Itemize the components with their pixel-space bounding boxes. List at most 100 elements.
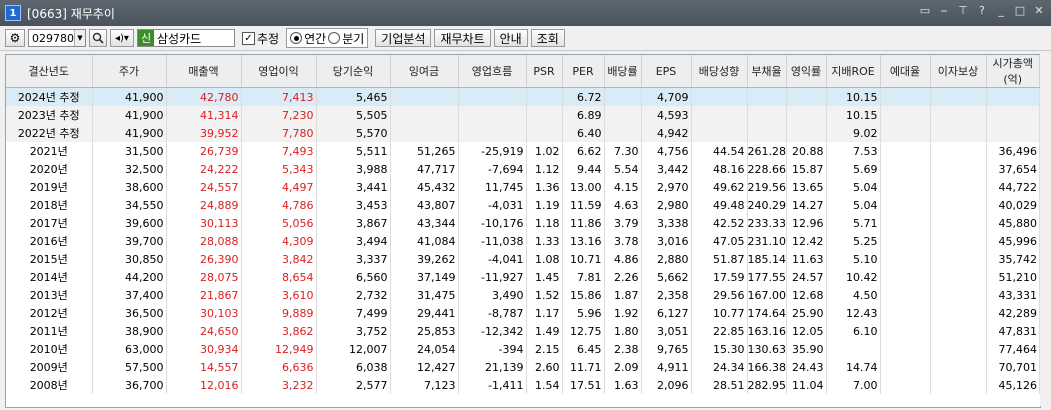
column-header[interactable]: 영익률 (786, 55, 827, 88)
year-cell: 2024년 추정 (6, 87, 93, 106)
table-cell: 44.54 (691, 142, 748, 160)
annual-radio[interactable] (290, 32, 303, 44)
table-row[interactable]: 2009년 57,500 14,557 6,636 6,038 12,427 21,139 2… (6, 358, 1040, 376)
table-cell: 51,210 (986, 268, 1040, 286)
query-button[interactable]: 조회 (530, 29, 565, 47)
column-header[interactable]: 결산년도 (6, 55, 93, 88)
table-cell: 3,441 (316, 178, 391, 196)
table-cell (986, 106, 1040, 124)
maximize-icon[interactable]: □ (1014, 5, 1026, 17)
table-row[interactable]: 2021년 31,500 26,739 7,493 5,511 51,265 -25,919… (6, 142, 1040, 160)
table-cell: 41,314 (166, 106, 242, 124)
close-icon[interactable]: ✕ (1033, 5, 1045, 17)
column-header[interactable]: 지배ROE (826, 55, 881, 88)
table-row[interactable]: 2013년 37,400 21,867 3,610 2,732 31,475 3,490 1.… (6, 286, 1040, 304)
column-header[interactable]: EPS (641, 55, 692, 88)
search-button[interactable] (89, 29, 107, 47)
table-cell (930, 358, 987, 376)
stock-name-field[interactable]: 신 삼성카드 (137, 29, 235, 47)
table-cell: 7,499 (316, 304, 391, 322)
settings-button[interactable]: ⚙ (5, 29, 25, 47)
financial-chart-button[interactable]: 재무차트 (434, 29, 491, 47)
year-cell: 2020년 (6, 160, 93, 178)
table-cell: 13.16 (562, 232, 605, 250)
table-row[interactable]: 2023년 추정 41,900 41,314 7,230 5,505 6.89 4,593 1… (6, 106, 1040, 124)
table-row[interactable]: 2012년 36,500 30,103 9,889 7,499 29,441 -8,787 1… (6, 304, 1040, 322)
financial-table: 결산년도 주가 매출액 영업이익 당기순익 잉여금 영업흐름 PSR PER 배당률 EPS 배당성향… (5, 54, 1041, 408)
table-row[interactable]: 2014년 44,200 28,075 8,654 6,560 37,149 -11,927… (6, 268, 1040, 286)
table-row[interactable]: 2008년 36,700 12,016 3,232 2,577 7,123 -1,411 1.… (6, 376, 1040, 394)
table-row[interactable]: 2011년 38,900 24,650 3,862 3,752 25,853 -12,342… (6, 322, 1040, 340)
column-header[interactable]: 잉여금 (390, 55, 459, 88)
company-analysis-button[interactable]: 기업분석 (375, 29, 432, 47)
table-cell: 5.69 (826, 160, 881, 178)
column-header[interactable]: 매출액 (166, 55, 242, 88)
column-header[interactable]: 당기순익 (316, 55, 391, 88)
table-row[interactable]: 2010년 63,000 30,934 12,949 12,007 24,054 -394 2… (6, 340, 1040, 358)
table-cell: 3,610 (241, 286, 317, 304)
table-cell: 28,088 (166, 232, 242, 250)
table-cell: 3,232 (241, 376, 317, 394)
column-header[interactable]: PSR (526, 55, 563, 88)
stock-code-input[interactable]: 029780 ▼ (28, 29, 86, 47)
help-icon[interactable]: ? (976, 5, 988, 17)
layout-icon[interactable]: ▭ (919, 5, 931, 17)
table-cell: 3,442 (641, 160, 692, 178)
table-row[interactable]: 2016년 39,700 28,088 4,309 3,494 41,084 -11,038… (6, 232, 1040, 250)
pin-icon[interactable]: ⊤ (957, 5, 969, 17)
column-header[interactable]: 이자보상 (930, 55, 987, 88)
column-header[interactable]: 배당률 (604, 55, 642, 88)
table-cell: 3,867 (316, 214, 391, 232)
table-cell: 174.64 (747, 304, 787, 322)
table-cell: 14.27 (786, 196, 827, 214)
quarter-radio[interactable] (328, 32, 341, 44)
table-cell: 2,970 (641, 178, 692, 196)
year-cell: 2019년 (6, 178, 93, 196)
table-row[interactable]: 2018년 34,550 24,889 4,786 3,453 43,807 -4,031 1… (6, 196, 1040, 214)
table-cell: 7,413 (241, 87, 317, 106)
annual-label: 연간 (304, 31, 327, 46)
minimize-panel-icon[interactable]: ⎯ (938, 5, 950, 17)
table-row[interactable]: 2022년 추정 41,900 39,952 7,780 5,570 6.40 4,942 9… (6, 124, 1040, 142)
column-header[interactable]: 주가 (92, 55, 167, 88)
table-cell: 6.45 (562, 340, 605, 358)
table-cell (786, 87, 827, 106)
sound-button[interactable]: ◂)▾ (110, 29, 134, 47)
table-cell (930, 106, 987, 124)
minimize-icon[interactable]: _ (995, 5, 1007, 17)
estimate-checkbox[interactable]: ✓ 추정 (242, 30, 279, 47)
table-cell: 7,493 (241, 142, 317, 160)
vertical-scrollbar[interactable] (1040, 54, 1051, 406)
table-cell: 42.52 (691, 214, 748, 232)
year-cell: 2017년 (6, 214, 93, 232)
table-cell (880, 142, 931, 160)
table-cell: 1.63 (604, 376, 642, 394)
table-row[interactable]: 2017년 39,600 30,113 5,056 3,867 43,344 -10,176… (6, 214, 1040, 232)
table-cell: 51,265 (390, 142, 459, 160)
table-cell: 5,343 (241, 160, 317, 178)
guide-button[interactable]: 안내 (493, 29, 528, 47)
title-bar: 1 [0663] 재무추이 ▭ ⎯ ⊤ ? _ □ ✕ (0, 0, 1051, 26)
column-header[interactable]: PER (562, 55, 605, 88)
column-header[interactable]: 예대율 (880, 55, 931, 88)
table-cell: 51.87 (691, 250, 748, 268)
table-cell: 3,337 (316, 250, 391, 268)
table-cell: 1.54 (526, 376, 563, 394)
column-header[interactable]: 영업흐름 (458, 55, 527, 88)
table-cell: 1.80 (604, 322, 642, 340)
table-row[interactable]: 2019년 38,600 24,557 4,497 3,441 45,432 11,745 1… (6, 178, 1040, 196)
table-cell: 2.38 (604, 340, 642, 358)
table-row[interactable]: 2020년 32,500 24,222 5,343 3,988 47,717 -7,694 1… (6, 160, 1040, 178)
column-header[interactable]: 배당성향 (691, 55, 748, 88)
column-header[interactable]: 영업이익 (241, 55, 317, 88)
column-header[interactable]: 부채율 (747, 55, 787, 88)
table-cell: 13.65 (786, 178, 827, 196)
table-cell: 5,662 (641, 268, 692, 286)
table-cell: 12,007 (316, 340, 391, 358)
column-header[interactable]: 시가총액(억) (986, 55, 1040, 88)
year-cell: 2014년 (6, 268, 93, 286)
table-row[interactable]: 2024년 추정 41,900 42,780 7,413 5,465 6.72 4,709 1… (6, 87, 1040, 106)
table-row[interactable]: 2015년 30,850 26,390 3,842 3,337 39,262 -4,041 1… (6, 250, 1040, 268)
table-cell (826, 340, 881, 358)
chevron-down-icon[interactable]: ▼ (74, 30, 85, 46)
